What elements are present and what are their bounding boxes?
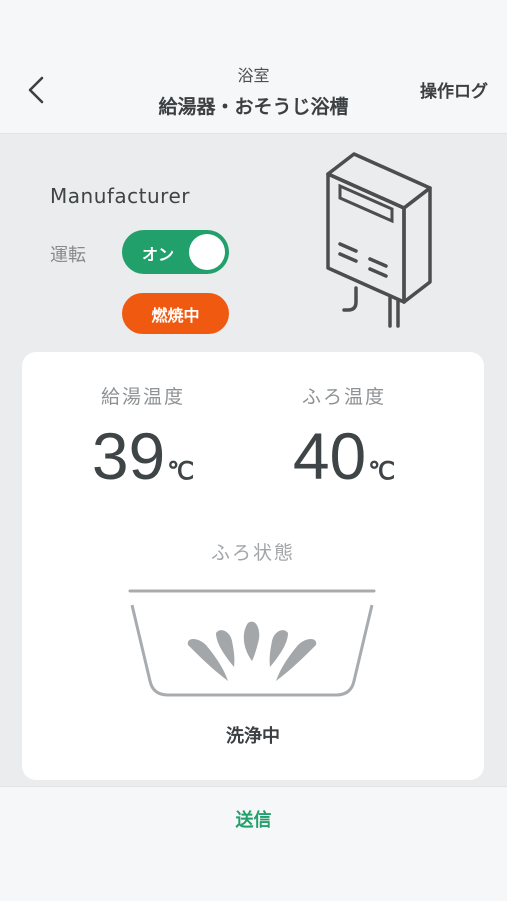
toggle-label: オン xyxy=(142,245,175,264)
bath-temp-label: ふろ温度 xyxy=(301,386,386,408)
status-badge: 燃焼中 xyxy=(122,293,229,334)
bath-temp-unit: ℃ xyxy=(368,458,396,485)
hot-water-temp-unit: ℃ xyxy=(167,458,195,485)
bathtub-cleaning-icon xyxy=(128,589,376,697)
hot-water-temp-value: 39℃ xyxy=(48,418,238,494)
water-heater-icon xyxy=(326,152,432,328)
bath-state-label: ふろ状態 xyxy=(210,542,295,564)
send-button[interactable]: 送信 xyxy=(0,806,507,832)
hot-water-temp-number: 39 xyxy=(91,419,166,493)
manufacturer-label: Manufacturer xyxy=(50,184,190,208)
toggle-knob xyxy=(189,234,225,270)
footer-bar: 送信 xyxy=(0,786,507,901)
header-bar: 浴室 給湯器・おそうじ浴槽 操作ログ xyxy=(0,0,507,134)
status-card: 給湯温度 39℃ ふろ温度 40℃ ふろ状態 洗浄中 xyxy=(22,352,484,780)
bath-state-value: 洗浄中 xyxy=(226,726,280,747)
operation-log-button[interactable]: 操作ログ xyxy=(420,77,488,102)
bath-temp-number: 40 xyxy=(292,419,367,493)
hot-water-temp-label: 給湯温度 xyxy=(100,386,185,408)
power-toggle[interactable]: オン xyxy=(122,230,229,274)
run-label: 運転 xyxy=(50,245,86,266)
bath-temp-value: 40℃ xyxy=(249,418,439,494)
